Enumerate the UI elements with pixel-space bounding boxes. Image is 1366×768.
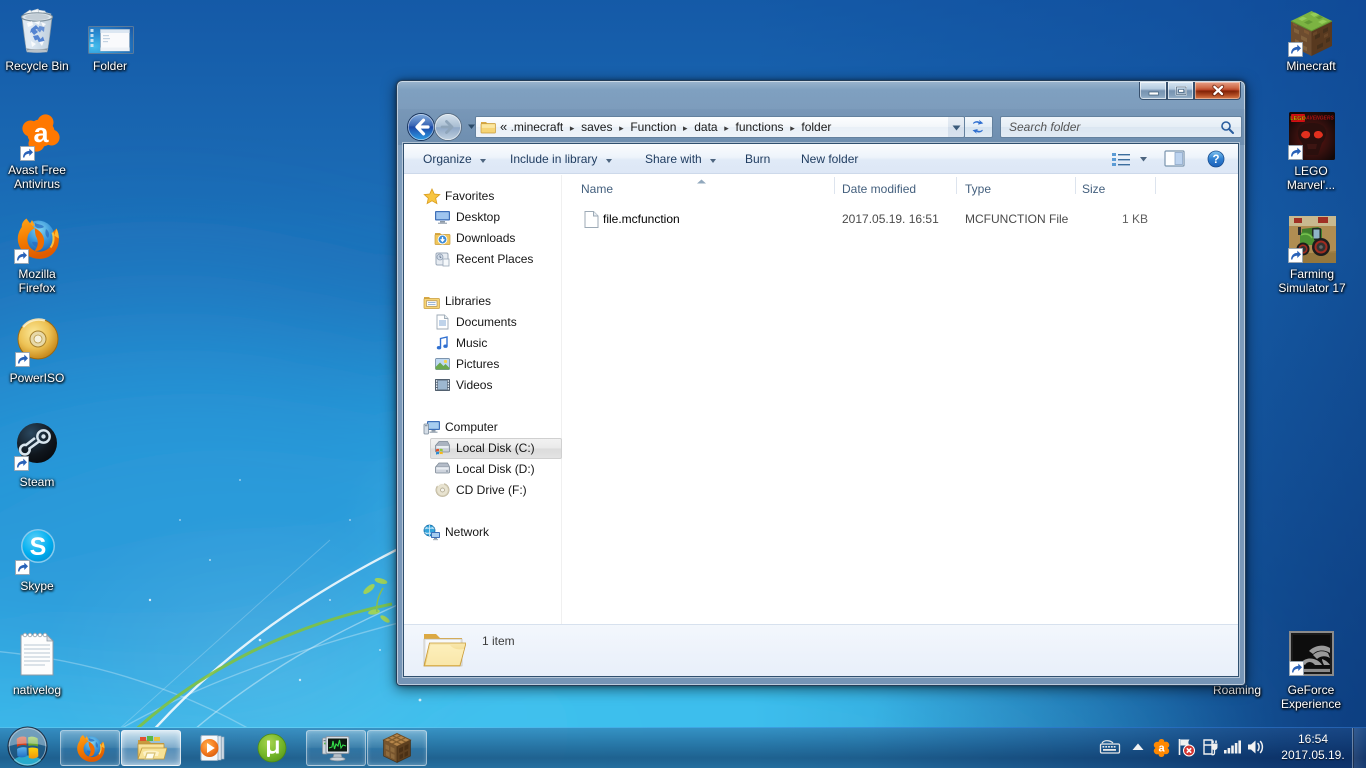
svg-text:AVENGERS: AVENGERS [1305,116,1334,122]
svg-text:a: a [1158,743,1165,755]
svg-text:LEGO: LEGO [1290,116,1306,122]
svg-text:a: a [33,118,49,148]
svg-text:S: S [30,533,47,561]
svg-text:?: ? [1212,154,1219,166]
